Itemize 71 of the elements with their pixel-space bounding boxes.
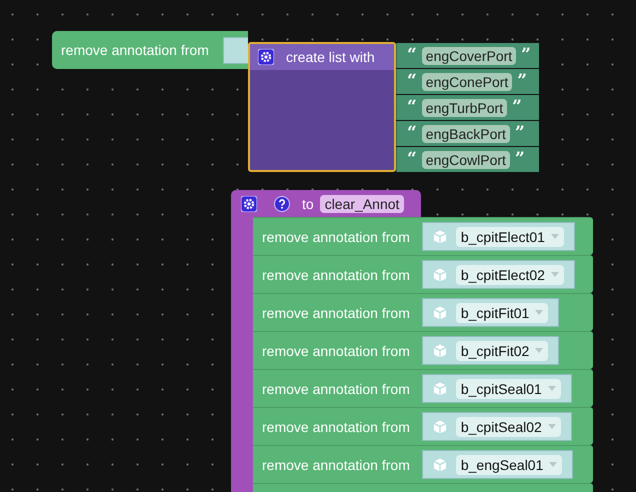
block-label: remove annotation from <box>262 304 410 320</box>
block-label: remove annotation from <box>262 266 410 282</box>
text-block[interactable]: “ engBackPort ” <box>396 121 539 146</box>
object-slot[interactable]: b_cpitSeal02 <box>422 412 572 441</box>
gear-icon[interactable] <box>258 49 274 65</box>
close-quote: ” <box>517 73 528 90</box>
dropdown-arrow-icon <box>550 234 559 239</box>
object-dropdown[interactable]: b_cpitSeal01 <box>456 378 561 398</box>
dropdown-arrow-icon <box>549 462 558 467</box>
statement-block[interactable]: remove annotation from b_cpitFit01 <box>253 293 593 331</box>
object-slot[interactable]: b_cpitFit02 <box>422 336 560 365</box>
open-quote: “ <box>407 47 417 64</box>
dropdown-arrow-icon <box>548 424 556 429</box>
dropdown-arrow-icon <box>548 386 556 391</box>
statement-block[interactable]: remove annotation from b_cpitFit02 <box>253 331 593 369</box>
object-slot[interactable]: b_engSeal01 <box>422 450 574 479</box>
help-icon[interactable] <box>274 196 290 212</box>
procedure-header[interactable]: to clear_Annot <box>231 190 421 217</box>
cube-icon <box>432 456 448 472</box>
close-quote: ” <box>514 151 525 168</box>
block-label: remove annotation from <box>262 380 410 396</box>
text-block[interactable]: “ engCoverPort ” <box>396 43 539 68</box>
cube-icon <box>432 304 448 320</box>
close-quote: ” <box>512 99 522 116</box>
object-dropdown[interactable]: b_cpitFit02 <box>456 340 548 360</box>
cube-icon <box>432 228 448 244</box>
block-label: remove annotation from <box>262 342 410 358</box>
object-dropdown[interactable]: b_cpitElect01 <box>456 226 564 246</box>
open-quote: “ <box>407 151 417 168</box>
object-dropdown[interactable]: b_cpitFit01 <box>456 302 548 322</box>
text-value[interactable]: engCoverPort <box>422 46 516 64</box>
open-quote: “ <box>407 125 417 142</box>
open-quote: “ <box>407 99 417 116</box>
procedure-keyword: to <box>302 196 314 212</box>
dropdown-arrow-icon <box>535 310 544 315</box>
object-dropdown[interactable]: b_engSeal01 <box>456 454 562 474</box>
cube-icon <box>432 418 448 434</box>
block-label: remove annotation from <box>61 42 209 58</box>
statement-block[interactable]: remove annotation from b_cpitElect02 <box>253 255 593 293</box>
text-value[interactable]: engBackPort <box>422 124 510 142</box>
block-label: create list with <box>286 49 375 65</box>
create-list-block[interactable]: create list with <box>248 42 396 172</box>
statement-block[interactable]: remove annotation from b_cpitElect01 <box>253 217 593 255</box>
object-dropdown[interactable]: b_cpitElect02 <box>456 264 564 284</box>
open-quote: “ <box>407 73 417 90</box>
cube-icon <box>432 380 448 396</box>
dropdown-arrow-icon <box>550 272 559 277</box>
close-quote: ” <box>514 125 525 142</box>
object-dropdown[interactable]: b_cpitSeal02 <box>456 416 561 436</box>
statement-block[interactable]: remove annotation from b_cpitSeal02 <box>253 407 593 445</box>
dropdown-arrow-icon <box>535 348 544 353</box>
procedure-name[interactable]: clear_Annot <box>320 194 404 212</box>
text-value[interactable]: engCowlPort <box>422 150 510 168</box>
object-slot[interactable]: b_cpitElect01 <box>422 222 575 251</box>
statement-block[interactable]: remove annotation from b_engSeal01 <box>253 445 593 483</box>
object-slot[interactable]: b_cpitFit01 <box>422 298 560 327</box>
cube-icon <box>432 342 448 358</box>
gear-icon[interactable] <box>241 196 257 212</box>
text-value[interactable]: engTurbPort <box>422 98 508 116</box>
text-block[interactable]: “ engConePort ” <box>396 69 539 94</box>
object-slot[interactable]: b_cpitElect02 <box>422 260 575 289</box>
statement-block[interactable]: remove annotation from b_cpitSeal01 <box>253 369 593 407</box>
text-block[interactable]: “ engCowlPort ” <box>396 147 539 172</box>
text-block[interactable]: “ engTurbPort ” <box>396 95 539 120</box>
cube-icon <box>432 266 448 282</box>
block-label: remove annotation from <box>262 456 410 472</box>
block-label: remove annotation from <box>262 228 410 244</box>
block-label: remove annotation from <box>262 418 410 434</box>
close-quote: ” <box>521 47 531 64</box>
object-slot[interactable]: b_cpitSeal01 <box>422 374 572 403</box>
text-value[interactable]: engConePort <box>422 72 512 90</box>
